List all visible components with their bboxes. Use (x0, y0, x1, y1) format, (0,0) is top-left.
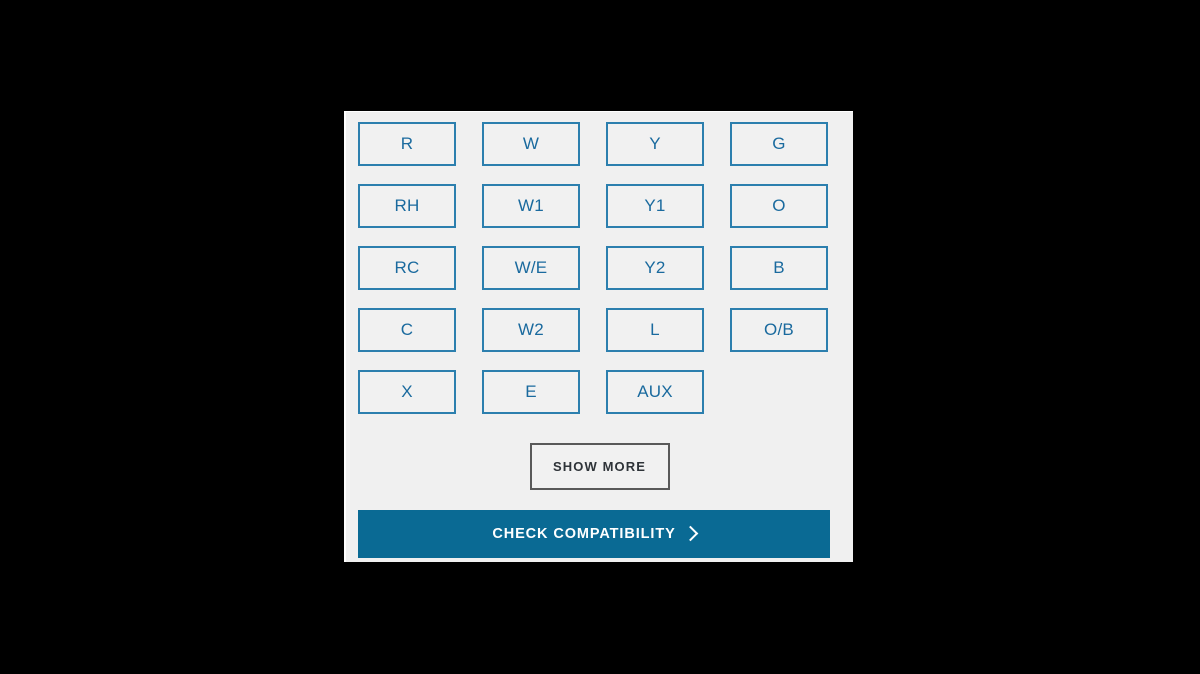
show-more-row: Show more (358, 443, 841, 490)
terminal-button-label: O (772, 196, 786, 215)
terminal-button[interactable]: AUX (606, 370, 704, 414)
terminal-button-label: Y1 (644, 196, 666, 215)
terminal-button[interactable]: E (482, 370, 580, 414)
terminal-button-label: RH (394, 196, 420, 215)
terminal-button-label: Y (649, 134, 661, 153)
terminal-button-label: B (773, 258, 785, 277)
terminal-button[interactable]: O/B (730, 308, 828, 352)
terminal-selector-card: R W Y G RH W1 Y1 O RC W/E Y2 B C W2 L O/B X E AUX Show mor… (344, 111, 853, 562)
terminal-button-label: Y2 (644, 258, 666, 277)
terminal-button-label: W/E (514, 258, 548, 277)
check-compatibility-button[interactable]: Check compatibility (358, 510, 830, 558)
terminal-button[interactable]: O (730, 184, 828, 228)
terminal-button-label: W1 (518, 196, 544, 215)
check-compatibility-label: Check compatibility (492, 526, 676, 542)
terminal-button-label: AUX (637, 382, 673, 401)
terminal-button-label: O/B (764, 320, 794, 339)
terminal-button[interactable]: Y1 (606, 184, 704, 228)
screen-background: R W Y G RH W1 Y1 O RC W/E Y2 B C W2 L O/B X E AUX Show mor… (0, 0, 1200, 674)
terminal-button-label: R (400, 134, 414, 153)
terminal-button-label: C (400, 320, 414, 339)
terminal-selector-card-body: R W Y G RH W1 Y1 O RC W/E Y2 B C W2 L O/B X E AUX Show mor… (346, 112, 853, 562)
terminal-button-label: G (772, 134, 786, 153)
terminal-button[interactable]: G (730, 122, 828, 166)
terminal-button[interactable]: RC (358, 246, 456, 290)
terminal-button-label: L (650, 320, 660, 339)
show-more-label: Show more (553, 459, 646, 474)
terminal-button-grid: R W Y G RH W1 Y1 O RC W/E Y2 B C W2 L O/B X E AUX (358, 122, 841, 414)
terminal-button-label: E (525, 382, 537, 401)
cta-row: Check compatibility (358, 510, 841, 558)
terminal-button[interactable]: W1 (482, 184, 580, 228)
terminal-button[interactable]: C (358, 308, 456, 352)
terminal-button[interactable]: W (482, 122, 580, 166)
terminal-button[interactable]: B (730, 246, 828, 290)
terminal-button-label: RC (394, 258, 420, 277)
terminal-button[interactable]: R (358, 122, 456, 166)
terminal-button-label: W (522, 134, 540, 153)
terminal-button-label: X (401, 382, 413, 401)
terminal-button[interactable]: W/E (482, 246, 580, 290)
chevron-right-icon (682, 525, 698, 541)
terminal-button[interactable]: L (606, 308, 704, 352)
terminal-button[interactable]: Y2 (606, 246, 704, 290)
terminal-button[interactable]: W2 (482, 308, 580, 352)
terminal-button[interactable]: RH (358, 184, 456, 228)
terminal-button[interactable]: Y (606, 122, 704, 166)
terminal-button[interactable]: X (358, 370, 456, 414)
terminal-button-label: W2 (518, 320, 544, 339)
show-more-button[interactable]: Show more (529, 443, 670, 490)
